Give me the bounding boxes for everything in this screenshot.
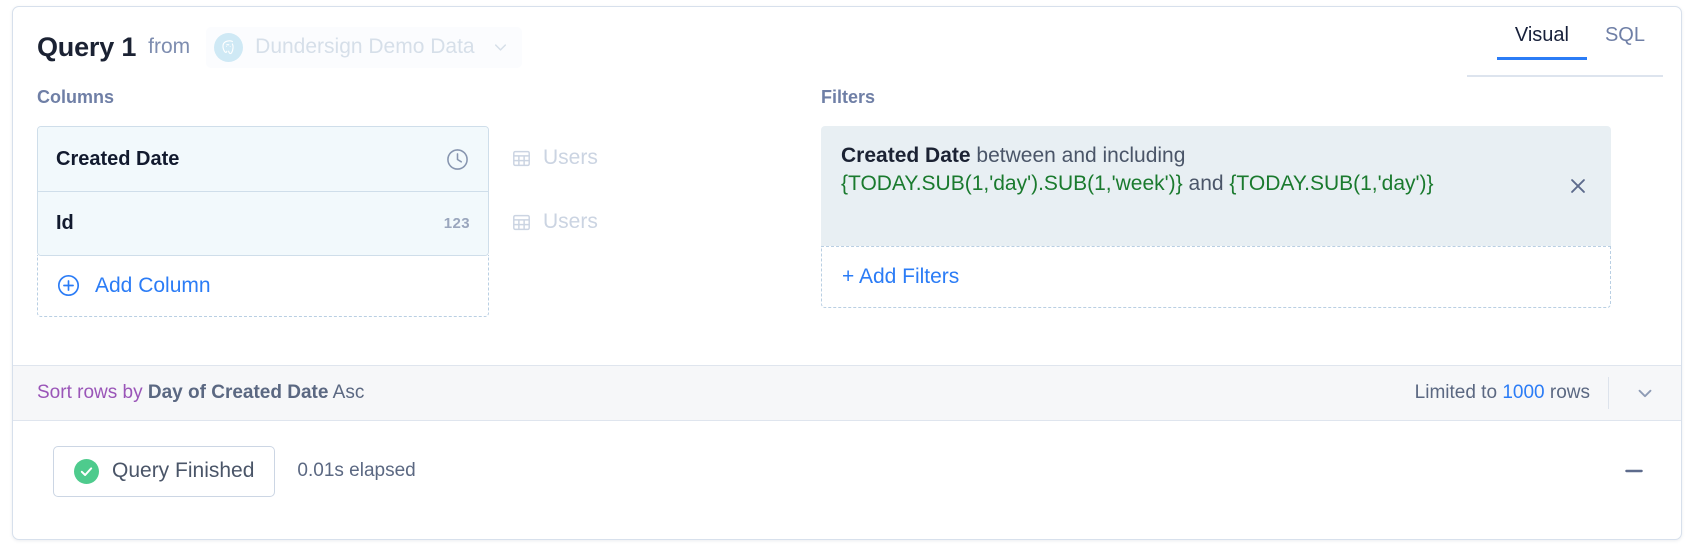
postgresql-elephant-icon xyxy=(214,32,244,62)
table-name-label: Users xyxy=(543,146,598,169)
filters-panel: Filters Created Date between and includi… xyxy=(821,87,1611,317)
column-name: Created Date xyxy=(56,147,180,170)
query-header: Query 1 from Dundersign Demo Data Visual… xyxy=(13,7,1681,87)
query-status-bar: Query Finished 0.01s elapsed xyxy=(13,421,1681,521)
datasource-picker[interactable]: Dundersign Demo Data xyxy=(206,26,522,68)
minimize-icon[interactable] xyxy=(1621,458,1647,484)
tab-sql[interactable]: SQL xyxy=(1587,25,1663,60)
view-mode-tabs: Visual SQL xyxy=(1496,25,1663,60)
chevron-down-icon xyxy=(491,38,510,57)
add-filters-label: + Add Filters xyxy=(842,265,960,288)
query-editor-card: Query 1 from Dundersign Demo Data Visual… xyxy=(12,6,1682,540)
table-name-label: Users xyxy=(543,210,598,233)
filters-section-label: Filters xyxy=(821,87,876,107)
datasource-name: Dundersign Demo Data xyxy=(255,35,475,58)
filter-value-start: {TODAY.SUB(1,'day').SUB(1,'week')} xyxy=(841,171,1183,195)
sort-rows-control[interactable]: Sort rows by Day of Created Date Asc xyxy=(37,382,364,404)
limit-suffix-label: rows xyxy=(1549,382,1590,403)
query-body: Columns Created Date Id 123 Add Column U… xyxy=(13,87,1681,365)
table-icon xyxy=(511,212,532,233)
add-column-button[interactable]: Add Column xyxy=(37,255,489,317)
limit-count-value[interactable]: 1000 xyxy=(1502,382,1544,403)
column-table-created-date: Users xyxy=(511,126,598,190)
from-label: from xyxy=(148,35,191,58)
page-title: Query 1 xyxy=(37,31,137,62)
filter-conjunction: and xyxy=(1188,171,1224,195)
columns-panel: Columns Created Date Id 123 Add Column U… xyxy=(37,87,797,317)
check-circle-icon xyxy=(74,458,99,484)
column-row-id[interactable]: Id 123 xyxy=(38,191,488,255)
sort-prefix-label: Sort rows by xyxy=(37,382,143,403)
elapsed-time-label: 0.01s elapsed xyxy=(297,460,416,481)
add-filters-button[interactable]: + Add Filters xyxy=(821,246,1611,308)
chevron-down-icon[interactable] xyxy=(1609,382,1681,404)
close-x-icon[interactable] xyxy=(1567,175,1589,197)
number-type-badge: 123 xyxy=(443,215,470,232)
status-label: Query Finished xyxy=(112,459,255,482)
filter-chip-created-date[interactable]: Created Date between and including {TODA… xyxy=(821,126,1611,246)
column-table-id: Users xyxy=(511,190,598,254)
column-row-created-date[interactable]: Created Date xyxy=(38,127,488,191)
row-limit-area: Limited to 1000 rows xyxy=(1415,366,1681,420)
limit-prefix-label: Limited to xyxy=(1414,382,1498,403)
table-icon xyxy=(511,148,532,169)
tabs-baseline-rule xyxy=(1467,75,1663,77)
filter-field: Created Date xyxy=(841,144,971,167)
add-column-label: Add Column xyxy=(95,273,211,297)
sort-field-label: Day of Created Date xyxy=(147,382,329,403)
status-badge[interactable]: Query Finished xyxy=(53,445,276,497)
column-name: Id xyxy=(56,212,74,234)
filter-operator: between and including xyxy=(976,144,1186,167)
columns-list: Created Date Id 123 xyxy=(37,126,489,256)
plus-circle-icon xyxy=(56,273,81,298)
columns-section-label: Columns xyxy=(37,87,115,107)
filter-value-end: {TODAY.SUB(1,'day')} xyxy=(1229,171,1434,195)
column-table-names: Users Users xyxy=(511,126,598,317)
row-limit-control[interactable]: Limited to 1000 rows xyxy=(1415,382,1608,404)
tab-visual[interactable]: Visual xyxy=(1496,25,1587,60)
sort-direction-label: Asc xyxy=(332,382,365,403)
sort-limit-bar: Sort rows by Day of Created Date Asc Lim… xyxy=(13,365,1681,421)
clock-icon xyxy=(445,147,470,172)
filter-expression: Created Date between and including {TODA… xyxy=(841,142,1481,198)
